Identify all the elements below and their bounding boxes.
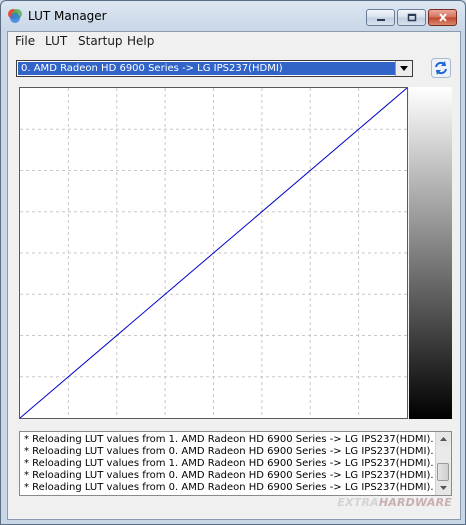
menu-lut[interactable]: LUT	[45, 34, 67, 48]
close-icon	[438, 13, 447, 22]
client-area: File LUT Startup Help 0. AMD Radeon HD 6…	[7, 31, 461, 520]
menu-help[interactable]: Help	[127, 34, 154, 48]
log-line: * Reloading LUT values from 1. AMD Radeo…	[24, 434, 434, 445]
log-line: * Reloading LUT values from 0. AMD Radeo…	[24, 470, 434, 481]
menu-startup[interactable]: Startup	[78, 34, 123, 48]
minimize-button[interactable]	[366, 9, 395, 26]
close-button[interactable]	[428, 9, 457, 26]
log-line: * Reloading LUT values from 0. AMD Radeo…	[24, 482, 434, 493]
minimize-icon	[376, 19, 385, 21]
lut-curve-chart	[19, 87, 408, 419]
title-bar[interactable]: LUT Manager	[1, 1, 465, 31]
log-box[interactable]: * Reloading LUT values from 1. AMD Radeo…	[19, 431, 452, 496]
window-title: LUT Manager	[28, 9, 107, 23]
watermark-part1: EXTRA	[337, 496, 379, 509]
menu-bar: File LUT Startup Help	[8, 32, 460, 51]
grayscale-gradient-bar	[409, 87, 452, 419]
chevron-down-icon	[440, 486, 447, 490]
lut-manager-app-icon	[8, 9, 22, 23]
scroll-down-button[interactable]	[436, 481, 451, 495]
log-line: * Reloading LUT values from 1. AMD Radeo…	[24, 458, 434, 469]
maximize-button[interactable]	[397, 9, 426, 26]
device-select-dropdown-button[interactable]	[395, 61, 412, 76]
watermark-part2: HARDWARE	[378, 496, 452, 509]
maximize-icon	[407, 13, 416, 22]
device-select[interactable]: 0. AMD Radeon HD 6900 Series -> LG IPS23…	[16, 60, 413, 77]
chevron-up-icon	[440, 437, 447, 441]
scroll-up-button[interactable]	[436, 432, 451, 446]
refresh-button[interactable]	[431, 58, 451, 78]
device-select-value: 0. AMD Radeon HD 6900 Series -> LG IPS23…	[18, 62, 396, 75]
log-line: * Reloading LUT values from 0. AMD Radeo…	[24, 446, 434, 457]
lut-curve-svg	[20, 88, 407, 418]
menu-file[interactable]: File	[15, 34, 35, 48]
log-scrollbar[interactable]	[435, 432, 451, 495]
scroll-thumb[interactable]	[437, 463, 449, 481]
lut-manager-window: LUT Manager File LUT Startup Help 0. AMD…	[0, 0, 466, 525]
chevron-down-icon	[400, 66, 408, 71]
log-lines: * Reloading LUT values from 1. AMD Radeo…	[24, 434, 434, 494]
watermark: EXTRAHARDWARE	[337, 496, 452, 509]
